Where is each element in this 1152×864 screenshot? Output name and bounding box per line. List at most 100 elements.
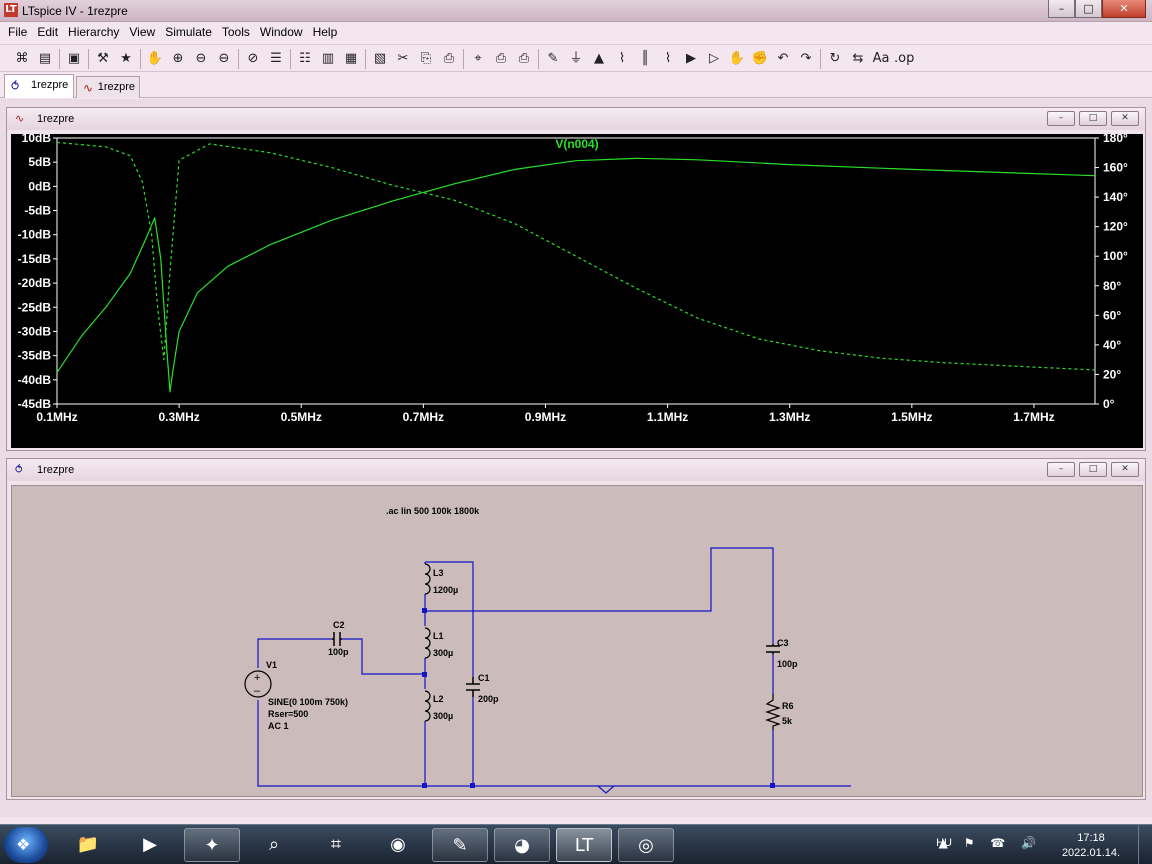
start-button[interactable]: ❖ [4, 827, 48, 863]
tab-label: 1rezpre [31, 79, 69, 91]
copy-icon[interactable]: ⎘ [416, 49, 436, 69]
wire[interactable] [257, 700, 851, 787]
rotate-icon[interactable]: ↻ [825, 49, 845, 69]
wire[interactable] [342, 638, 425, 675]
mirror-icon[interactable]: ⇆ [848, 49, 868, 69]
maximize-button[interactable]: □ [1079, 462, 1107, 477]
zoom-extents-icon[interactable]: ⊘ [243, 49, 263, 69]
waveform-window-header[interactable]: ∿ 1rezpre – □ ✕ [7, 108, 1145, 130]
close-all-icon[interactable]: ▧ [370, 49, 390, 69]
waveform-plot-pane[interactable]: V(n004) 0.1MHz 0.3MHz 0.5MHz 0.7MHz 0.9MHz 1.… [11, 131, 1143, 448]
capacitor-icon[interactable]: ║ [635, 49, 655, 69]
grid-icon[interactable]: ☷ [295, 49, 315, 69]
tab-schematic[interactable]: ⥀ 1rezpre [4, 74, 74, 98]
schematic-drawing: .ac lin 500 100k 1800k + – V1 SINE(0 100… [244, 506, 851, 794]
close-button[interactable]: ✕ [1111, 462, 1139, 477]
component-icon[interactable]: ▷ [704, 49, 724, 69]
y-right-tick-label: 100° [1103, 249, 1128, 263]
halt-icon[interactable]: ✋ [145, 49, 165, 69]
undo-icon[interactable]: ↶ [773, 49, 793, 69]
l3-inductor[interactable] [424, 563, 431, 595]
ac-directive[interactable]: .ac lin 500 100k 1800k [386, 506, 480, 516]
cascade-icon[interactable]: ▦ [341, 49, 361, 69]
ground-icon[interactable]: ⏚ [566, 49, 586, 69]
v1-ref: V1 [266, 660, 277, 670]
close-button[interactable]: ✕ [1111, 111, 1139, 126]
taskbar-firefox-button[interactable]: ◕ [494, 828, 550, 862]
close-button[interactable]: ✕ [1102, 0, 1146, 18]
save-icon[interactable]: ▣ [64, 49, 84, 69]
v1-source[interactable]: + – [244, 670, 272, 698]
cut-icon[interactable]: ✂ [393, 49, 413, 69]
show-desktop-button[interactable] [1138, 825, 1152, 864]
taskbar-calculator-button[interactable]: ⌗ [308, 828, 364, 862]
wire[interactable] [425, 561, 474, 677]
phase-trace[interactable] [56, 141, 1096, 371]
trace-label[interactable]: V(n004) [555, 137, 598, 151]
taskbar-eye-app-button[interactable]: ◎ [618, 828, 674, 862]
print-setup-icon[interactable]: ⎙ [491, 49, 511, 69]
label-net-icon[interactable]: ▲ [589, 49, 609, 69]
redo-icon[interactable]: ↷ [796, 49, 816, 69]
minimize-button[interactable]: – [1047, 462, 1075, 477]
control-panel-icon[interactable]: ⚒ [93, 49, 113, 69]
tile-horizontally-icon[interactable]: ▥ [318, 49, 338, 69]
autorange-icon[interactable]: ☰ [266, 49, 286, 69]
ground-symbol[interactable] [597, 785, 615, 794]
l1-inductor[interactable] [424, 627, 431, 659]
taskbar-satellite-button[interactable]: ✦ [184, 828, 240, 862]
r6-resistor[interactable] [765, 694, 781, 730]
schematic-window-header[interactable]: ⥀ 1rezpre – □ ✕ [7, 459, 1145, 481]
zoom-out-icon[interactable]: ⊖ [214, 49, 234, 69]
paste-icon[interactable]: ⎙ [439, 49, 459, 69]
minimize-button[interactable]: – [1047, 111, 1075, 126]
menu-tools[interactable]: Tools [218, 22, 256, 42]
zoom-to-rectangle-icon[interactable]: ⊕ [168, 49, 188, 69]
find-icon[interactable]: ⌖ [468, 49, 488, 69]
drag-icon[interactable]: ✊ [750, 49, 770, 69]
taskbar-notes-button[interactable]: ✎ [432, 828, 488, 862]
menu-view[interactable]: View [125, 22, 161, 42]
menu-help[interactable]: Help [309, 22, 344, 42]
menu-window[interactable]: Window [256, 22, 309, 42]
c2-capacitor[interactable] [332, 632, 342, 646]
minimize-button[interactable]: – [1048, 0, 1075, 18]
l2-value: 300µ [433, 711, 453, 721]
print-icon[interactable]: ⎙ [514, 49, 534, 69]
taskbar-media-player-button[interactable]: ▶ [122, 828, 178, 862]
x-tick-label: 1.5MHz [891, 410, 932, 424]
new-schematic-icon[interactable]: ⌘ [12, 49, 32, 69]
diode-icon[interactable]: ▶ [681, 49, 701, 69]
clock[interactable]: 17:18 2022.01.14. [1056, 831, 1126, 861]
menu-edit[interactable]: Edit [33, 22, 64, 42]
y-left-tick-label: 5dB [28, 155, 51, 169]
maximize-button[interactable]: □ [1075, 0, 1102, 18]
l2-inductor[interactable] [424, 690, 431, 722]
menu-simulate[interactable]: Simulate [161, 22, 218, 42]
zoom-back-icon[interactable]: ⊖ [191, 49, 211, 69]
tray-icons[interactable]: ▲ ⚑ ☎ 🔊 [939, 836, 1042, 850]
taskbar-search-app-button[interactable]: ⌕ [246, 828, 302, 862]
wire[interactable] [425, 547, 774, 644]
inductor-icon[interactable]: ⌇ [658, 49, 678, 69]
resistor-icon[interactable]: ⌇ [612, 49, 632, 69]
menu-hierarchy[interactable]: Hierarchy [64, 22, 125, 42]
maximize-button[interactable]: □ [1079, 111, 1107, 126]
tab-waveform[interactable]: ∿ 1rezpre [76, 76, 140, 98]
junctions [422, 608, 775, 788]
taskbar-chrome-button[interactable]: ◉ [370, 828, 426, 862]
run-icon[interactable]: ★ [116, 49, 136, 69]
open-icon[interactable]: ▤ [35, 49, 55, 69]
schematic-canvas[interactable]: .ac lin 500 100k 1800k + – V1 SINE(0 100… [11, 485, 1143, 797]
move-icon[interactable]: ✋ [727, 49, 747, 69]
text-icon[interactable]: Aa [871, 49, 891, 69]
taskbar-explorer-button[interactable]: 📁 [60, 828, 116, 862]
window-title-bar[interactable]: LT LTspice IV - 1rezpre – □ ✕ [0, 0, 1152, 22]
spice-directive-icon[interactable]: .op [894, 49, 914, 69]
taskbar-ltspice-button[interactable]: LT [556, 828, 612, 862]
draw-wire-icon[interactable]: ✎ [543, 49, 563, 69]
magnitude-trace[interactable] [56, 157, 1096, 393]
waveform-window-controls: – □ ✕ [1047, 111, 1139, 126]
ltspice-logo-icon: LT [4, 3, 18, 17]
menu-file[interactable]: File [4, 22, 33, 42]
